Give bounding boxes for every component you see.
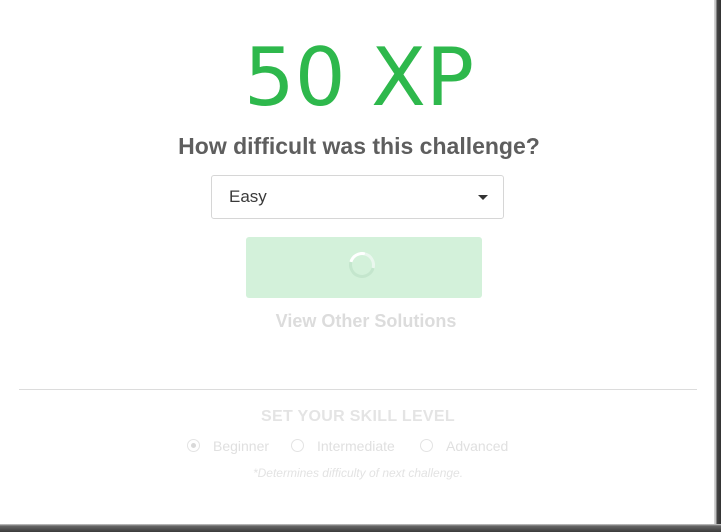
skill-level-options: Beginner Intermediate Advanced [0, 437, 714, 457]
difficulty-question: How difficult was this challenge? [178, 133, 540, 159]
submit-difficulty-button[interactable] [246, 237, 482, 298]
challenge-complete-panel: 50 XP How difficult was this challenge? … [0, 0, 714, 524]
window-shadow-right [714, 0, 721, 532]
difficulty-select[interactable]: Easy [211, 175, 504, 219]
skill-option-label: Intermediate [317, 438, 395, 454]
radio-checked-icon[interactable] [187, 439, 200, 452]
radio-unchecked-icon[interactable] [291, 439, 304, 452]
skill-option-label: Advanced [446, 438, 509, 454]
skill-level-title: SET YOUR SKILL LEVEL [261, 408, 455, 425]
skill-level-note: *Determines difficulty of next challenge… [252, 466, 464, 480]
difficulty-selected-value: Easy [229, 187, 267, 206]
loading-spinner-icon [344, 247, 380, 283]
xp-earned: 50 XP [243, 31, 475, 124]
section-divider [19, 389, 697, 390]
caret-down-icon [478, 195, 488, 200]
view-other-solutions-link[interactable]: View Other Solutions [0, 311, 721, 332]
radio-unchecked-icon[interactable] [420, 439, 433, 452]
window-shadow-bottom [0, 524, 721, 532]
skill-option-label: Beginner [213, 438, 270, 454]
